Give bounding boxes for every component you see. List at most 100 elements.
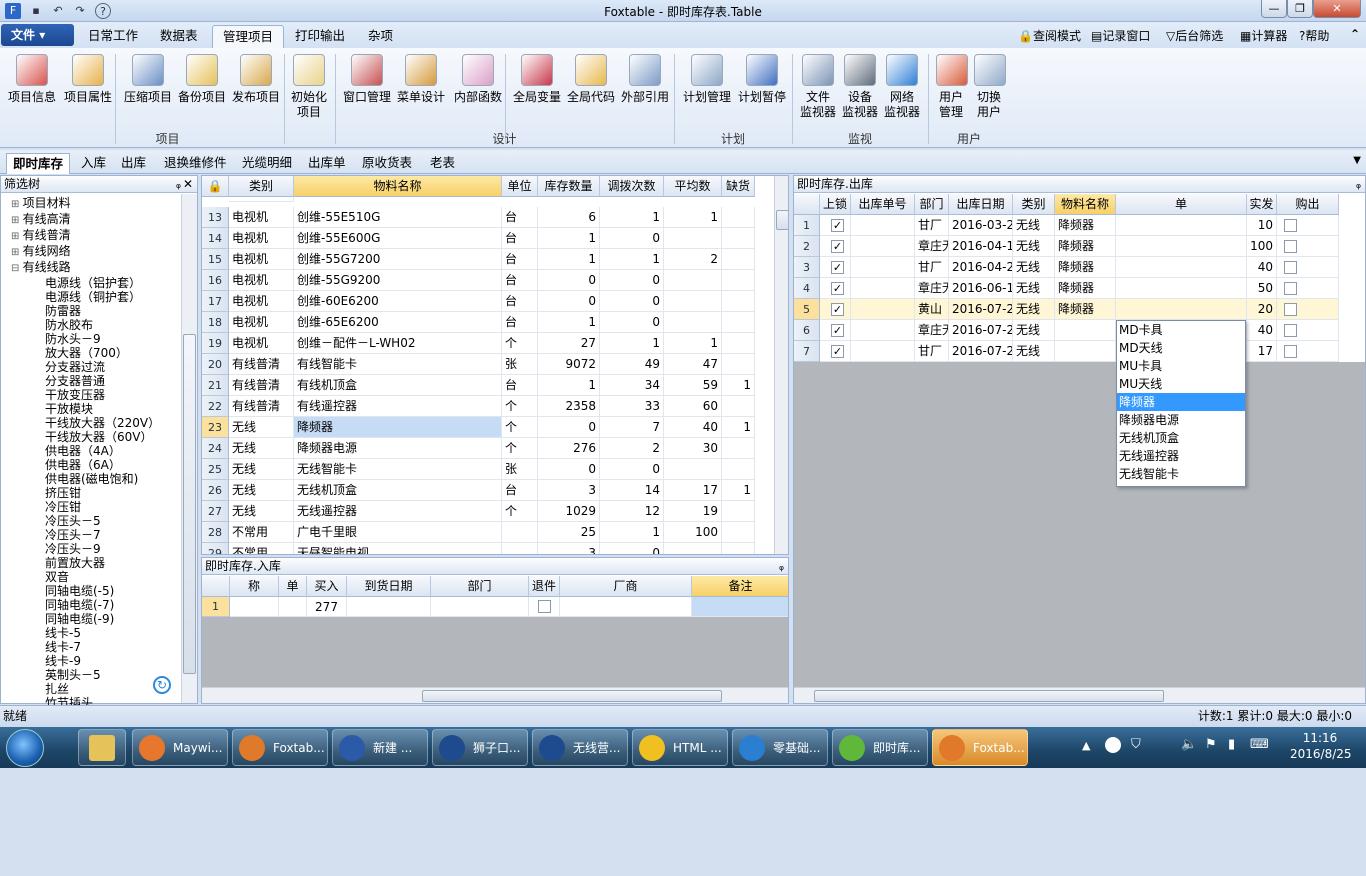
table-cell[interactable]: 无线 [1013, 341, 1055, 362]
table-cell[interactable]: ✓ [820, 341, 851, 362]
table-cell[interactable] [722, 396, 755, 417]
minimize-button[interactable]: — [1261, 0, 1287, 18]
table-cell[interactable]: 无线机顶盒 [294, 480, 502, 501]
table-cell[interactable]: 2016-04-26 [949, 257, 1013, 278]
table-cell[interactable] [560, 597, 692, 617]
table-cell[interactable]: 广电千里眼 [294, 522, 502, 543]
table-cell[interactable]: 无线 [1013, 299, 1055, 320]
ribbon-button-18[interactable]: 切换 用户 [974, 54, 1006, 120]
ribbon-button-7[interactable]: 菜单设计 [395, 54, 447, 105]
table-cell[interactable]: 台 [502, 291, 538, 312]
table-cell[interactable]: 无线 [229, 480, 294, 501]
table-cell[interactable]: 40 [664, 417, 722, 438]
taskbar-button[interactable]: 无线营... [532, 729, 628, 766]
dropdown-option[interactable]: 降频器电源 [1117, 411, 1245, 429]
taskbar-button[interactable]: 新建 ... [332, 729, 428, 766]
table-cell[interactable]: 49 [600, 354, 664, 375]
ribbon-button-9[interactable]: 全局变量 [511, 54, 563, 105]
table-cell[interactable] [851, 257, 915, 278]
tray-shield-icon[interactable]: ⛉ [1131, 737, 1141, 752]
table-cell[interactable]: 台 [502, 270, 538, 291]
row-number[interactable]: 27 [202, 501, 229, 522]
table-cell[interactable]: ✓ [820, 320, 851, 341]
table-cell[interactable]: 降频器 [1055, 215, 1116, 236]
buy-checkbox[interactable] [1284, 240, 1297, 253]
filter-tree[interactable]: ⊞ 项目材料 ⊞ 有线高清 ⊞ 有线普清 ⊞ 有线网络 ⊟ 有线线路 电源线（铝护套） 电源… [3, 196, 181, 876]
table-cell[interactable]: 甘厂 [915, 215, 949, 236]
flag-icon[interactable]: ⚑ [1205, 737, 1217, 752]
row-number[interactable]: 18 [202, 312, 229, 333]
clock[interactable]: 11:16 2016/8/25 [1290, 730, 1352, 762]
ribbon-button-1[interactable]: 项目属性 [62, 54, 114, 105]
table-cell[interactable]: 20 [1247, 299, 1277, 320]
table-cell[interactable] [692, 597, 788, 617]
row-number[interactable]: 17 [202, 291, 229, 312]
table-cell[interactable]: 电视机 [229, 291, 294, 312]
table-cell[interactable]: 无线 [1013, 278, 1055, 299]
expand-icon[interactable]: ⊞ [11, 231, 23, 242]
volume-icon[interactable]: 🔈 [1181, 737, 1197, 752]
table-cell[interactable]: ✓ [820, 299, 851, 320]
table-cell[interactable]: 电视机 [229, 207, 294, 228]
table-cell[interactable] [722, 228, 755, 249]
lock-checkbox[interactable]: ✓ [831, 303, 844, 316]
table-cell[interactable]: 7 [600, 417, 664, 438]
table-cell[interactable] [664, 228, 722, 249]
stock-scroll-thumb[interactable] [776, 210, 788, 230]
table-cell[interactable]: 创维-60E6200 [294, 291, 502, 312]
table-cell[interactable] [722, 333, 755, 354]
table-cell[interactable]: 276 [538, 438, 600, 459]
taskbar-button[interactable]: 即时库... [832, 729, 928, 766]
tree-item[interactable]: ⊟ 有线线路 [3, 260, 181, 276]
table-cell[interactable]: 3 [538, 480, 600, 501]
table-cell[interactable]: 降频器 [1055, 236, 1116, 257]
table-cell[interactable]: 59 [664, 375, 722, 396]
table-cell[interactable]: ✓ [820, 215, 851, 236]
row-number[interactable]: 6 [794, 320, 820, 341]
table-cell[interactable]: 40 [1247, 257, 1277, 278]
column-header[interactable]: 到货日期 [347, 576, 431, 597]
lock-checkbox[interactable]: ✓ [831, 240, 844, 253]
column-header[interactable]: 买入 [307, 576, 347, 597]
ribbon-button-0[interactable]: 项目信息 [5, 54, 59, 105]
tree-item[interactable]: 同轴电缆(-5) [3, 584, 181, 598]
table-cell[interactable]: 黄山 [915, 299, 949, 320]
tree-item[interactable]: 放大器（700） [3, 346, 181, 360]
tree-item[interactable]: 挤压钳 [3, 486, 181, 500]
table-cell[interactable] [722, 501, 755, 522]
ribbon-button-4[interactable]: 发布项目 [230, 54, 282, 105]
table-cell[interactable] [1277, 215, 1339, 236]
doc-tab-5[interactable]: 出库单 [302, 153, 352, 174]
tree-item[interactable]: 冷压钳 [3, 500, 181, 514]
table-cell[interactable]: 有线普清 [229, 354, 294, 375]
tabs-dropdown-icon[interactable]: ▼ [1353, 155, 1361, 166]
taskbar-explorer[interactable] [78, 729, 126, 766]
table-cell[interactable]: 创维-65E6200 [294, 312, 502, 333]
table-cell[interactable]: 不常用 [229, 543, 294, 554]
dropdown-option[interactable]: 无线机顶盒 [1117, 429, 1245, 447]
tree-item[interactable]: 线卡-9 [3, 654, 181, 668]
table-cell[interactable] [279, 597, 307, 617]
column-header[interactable]: 物料名称 [294, 176, 502, 197]
dropdown-option[interactable]: 无线智能卡 [1117, 465, 1245, 483]
row-number[interactable]: 15 [202, 249, 229, 270]
network-icon[interactable]: ▮ [1228, 737, 1235, 752]
column-header[interactable]: 调拨次数 [600, 176, 664, 197]
row-number[interactable]: 2 [794, 236, 820, 257]
buy-checkbox[interactable] [1284, 282, 1297, 295]
row-number[interactable]: 25 [202, 459, 229, 480]
table-cell[interactable] [722, 459, 755, 480]
table-cell[interactable]: 1 [722, 375, 755, 396]
table-cell[interactable] [722, 438, 755, 459]
table-cell[interactable]: 无线智能卡 [294, 459, 502, 480]
doc-tab-3[interactable]: 退换维修件 [158, 153, 233, 174]
table-cell[interactable]: 2358 [538, 396, 600, 417]
ribbon-button-12[interactable]: 计划管理 [681, 54, 733, 105]
table-cell[interactable]: 个 [502, 333, 538, 354]
table-cell[interactable]: 有线普清 [229, 375, 294, 396]
table-cell[interactable]: 2 [600, 438, 664, 459]
table-cell[interactable]: 12 [600, 501, 664, 522]
table-cell[interactable]: 1 [600, 522, 664, 543]
record-window-button[interactable]: ▤记录窗口 [1091, 27, 1150, 44]
ribbon-button-13[interactable]: 计划暂停 [736, 54, 788, 105]
